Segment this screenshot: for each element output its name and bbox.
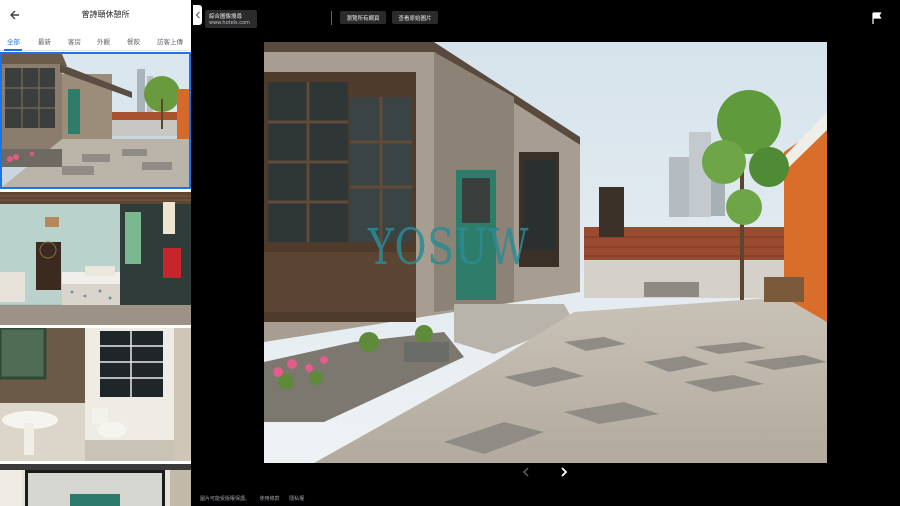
source-name: 綜合圖像搜尋 [209,14,243,20]
source-url: www.hotels.com [209,20,250,26]
tab-newest[interactable]: 最新 [38,36,51,46]
tab-dining[interactable]: 餐飲 [127,36,140,46]
panel-header: 曾詩頤休憩所 [0,0,191,30]
side-panel: 曾詩頤休憩所 全部 最新 客房 外觀 餐飲 訪客上傳 [0,0,191,506]
panel-title: 曾詩頤休憩所 [81,10,130,19]
terms-link[interactable]: 使用條款 [260,496,280,502]
tab-underline [4,49,22,51]
privacy-link[interactable]: 隱私權 [289,496,304,502]
main-photo [264,42,827,463]
thumbnail-interior[interactable] [0,464,191,506]
thumbnail-bedroom[interactable] [0,192,191,325]
previous-image-icon[interactable] [519,464,533,478]
image-source-link[interactable]: 綜合圖像搜尋 www.hotels.com [205,10,257,28]
toolbar-divider [331,11,332,25]
thumbnail-bathroom[interactable] [0,328,191,461]
watermark-text: YOSUW [368,218,530,276]
footer: 圖片可能受版權保護。 使用條款 隱私權 [200,495,312,502]
copyright-disclaimer: 圖片可能受版權保護。 [200,496,251,502]
view-original-image-button[interactable]: 查看原始圖片 [392,11,438,24]
visit-page-button[interactable]: 瀏覽所有網頁 [340,11,386,24]
tab-exterior[interactable]: 外觀 [97,36,110,46]
back-arrow-icon[interactable] [6,6,24,24]
tab-rooms[interactable]: 客房 [68,36,81,46]
next-image-icon[interactable] [557,464,571,478]
report-flag-icon[interactable] [870,10,884,24]
category-tabs: 全部 最新 客房 外觀 餐飲 訪客上傳 [0,33,191,51]
tab-visitor-uploads[interactable]: 訪客上傳 [157,36,183,46]
thumbnail-exterior[interactable] [0,52,191,189]
tab-all[interactable]: 全部 [7,36,20,46]
collapse-panel-handle[interactable] [193,5,202,25]
